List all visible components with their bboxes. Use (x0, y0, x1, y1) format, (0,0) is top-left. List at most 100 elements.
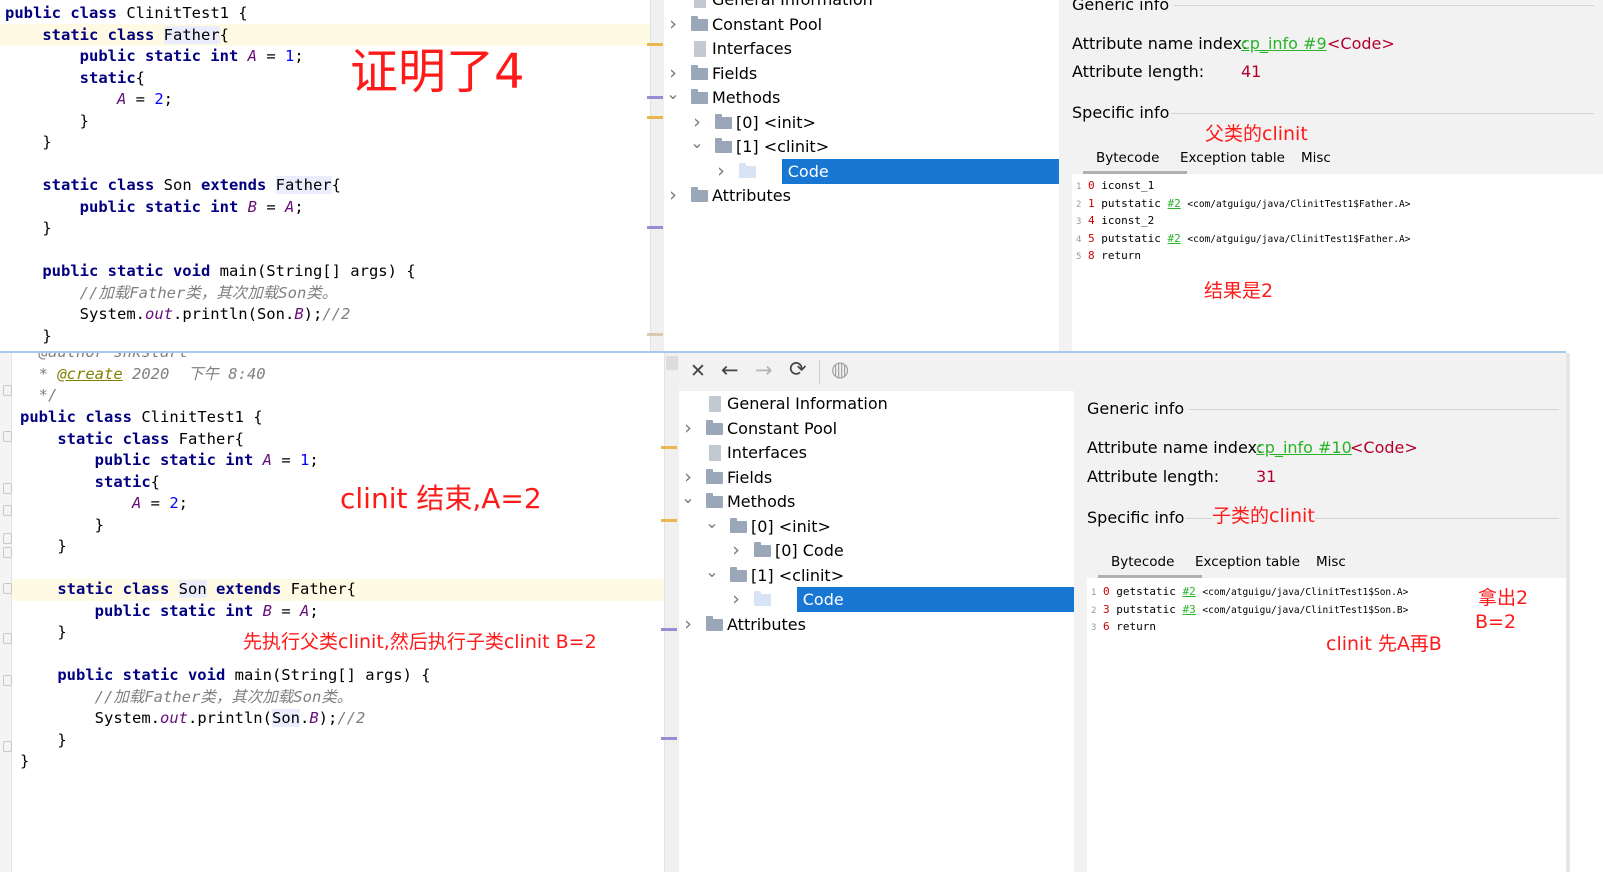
bytecode-row[interactable]: 3 4 iconst_2 (1076, 213, 1410, 231)
tree-node[interactable]: General Information (664, 0, 1059, 12)
tree-node[interactable]: › [0] <init> (664, 110, 1059, 135)
bytecode-area[interactable]: 1 0 getstatic #2 <com/atguigu/java/Clini… (1087, 578, 1566, 872)
code-line[interactable]: */ (20, 385, 266, 407)
tree-node[interactable]: Interfaces (679, 440, 1074, 465)
code-line[interactable]: public static int B = A; (5, 197, 416, 219)
code-line[interactable]: } (5, 132, 416, 154)
fold-marker[interactable] (3, 431, 12, 442)
bottom-code-editor[interactable]: @author shkstart * @create 2020 下午 8:40 … (0, 353, 664, 872)
code-line[interactable]: System.out.println(Son.B);//2 (5, 304, 416, 326)
code-line[interactable]: public static void main(String[] args) { (5, 261, 415, 283)
tab-exception-table[interactable]: Exception table (1195, 554, 1300, 570)
tree-node[interactable]: › [0] Code (732, 587, 1074, 612)
tree-node[interactable]: › Attributes (679, 612, 1074, 637)
warning-marker[interactable] (661, 446, 677, 449)
tab-misc[interactable]: Misc (1316, 554, 1346, 570)
code-line[interactable] (5, 240, 416, 262)
code-line[interactable]: } (5, 326, 416, 348)
chevron-down-icon[interactable]: ⌄ (705, 559, 719, 584)
top-code-editor[interactable]: public class ClinitTest1 { static class … (0, 0, 650, 352)
tab-bytecode[interactable]: Bytecode (1096, 150, 1159, 166)
code-line[interactable]: * @create 2020 下午 8:40 (20, 364, 266, 386)
warning-marker[interactable] (661, 737, 677, 740)
warning-marker[interactable] (647, 116, 663, 119)
warning-marker[interactable] (647, 226, 663, 229)
code-line[interactable] (5, 154, 416, 176)
web-icon[interactable]: ◍ (831, 357, 849, 381)
code-line[interactable]: public static int B = A; (20, 601, 431, 623)
cp-info-link[interactable]: cp_info #10 (1256, 438, 1352, 457)
cp-info-link[interactable]: cp_info #9 (1241, 34, 1327, 53)
bottom-code-text[interactable]: public class ClinitTest1 { static class … (20, 407, 431, 773)
code-line[interactable]: static class Son extends Father{ (20, 579, 431, 601)
tree-node[interactable]: ⌄ [0] <init> (679, 513, 1074, 539)
tree-node[interactable]: › Constant Pool (664, 12, 1059, 37)
warning-marker[interactable] (647, 96, 663, 99)
tree-node[interactable]: › Constant Pool (679, 416, 1074, 441)
code-line[interactable]: public class ClinitTest1 { (20, 407, 431, 429)
fold-marker[interactable] (3, 583, 12, 594)
tree-node[interactable]: › Attributes (664, 183, 1059, 208)
bytecode-row[interactable]: 4 5 putstatic #2 <com/atguigu/java/Clini… (1076, 231, 1410, 249)
chevron-right-icon[interactable]: › (729, 538, 743, 563)
warning-marker[interactable] (661, 519, 677, 522)
tab-exception-table[interactable]: Exception table (1180, 150, 1285, 166)
top-class-tree[interactable]: General Information › Constant Pool Interfa… (664, 0, 1059, 352)
tab-misc[interactable]: Misc (1301, 150, 1331, 166)
fold-marker[interactable] (3, 547, 12, 558)
warning-marker[interactable] (647, 333, 663, 336)
chevron-down-icon[interactable]: ⌄ (690, 130, 704, 155)
tree-node[interactable]: › Fields (679, 465, 1074, 490)
tree-node[interactable]: General Information (679, 391, 1074, 416)
code-line[interactable]: System.out.println(Son.B);//2 (20, 708, 431, 730)
bytecode-row[interactable]: 1 0 getstatic #2 <com/atguigu/java/Clini… (1091, 584, 1408, 602)
code-line[interactable]: static class Son extends Father{ (5, 175, 416, 197)
fold-marker[interactable] (3, 533, 12, 544)
bytecode-row[interactable]: 2 3 putstatic #3 <com/atguigu/java/Clini… (1091, 602, 1408, 620)
fold-marker[interactable] (3, 675, 12, 686)
code-line[interactable]: //加载Father类，其次加载Son类。 (20, 687, 431, 709)
chevron-right-icon[interactable]: › (729, 587, 743, 612)
tree-node[interactable]: ⌄ Methods (664, 84, 1059, 110)
back-arrow-icon[interactable]: ← (721, 358, 739, 382)
bytecode-row[interactable]: 2 1 putstatic #2 <com/atguigu/java/Clini… (1076, 196, 1410, 214)
constant-pool-ref[interactable]: #2 (1168, 197, 1181, 210)
code-line[interactable]: public static int A = 1; (20, 450, 431, 472)
tree-node[interactable]: › [0] Code (717, 158, 1059, 184)
tree-node[interactable]: ⌄ Methods (679, 488, 1074, 514)
close-icon[interactable]: ✕ (690, 360, 706, 382)
tree-node[interactable]: ⌄ [1] <clinit> (679, 562, 1074, 588)
code-line[interactable]: } (20, 751, 431, 773)
chevron-right-icon[interactable]: › (666, 183, 680, 208)
warning-marker[interactable] (661, 628, 677, 631)
code-line[interactable]: //加载Father类，其次加载Son类。 (5, 283, 416, 305)
constant-pool-ref[interactable]: #2 (1183, 585, 1196, 598)
bytecode-row[interactable]: 5 8 return (1076, 248, 1410, 266)
code-line[interactable]: } (20, 536, 431, 558)
tree-node[interactable]: Interfaces (664, 36, 1059, 61)
code-line[interactable]: @author shkstart (20, 353, 266, 364)
chevron-right-icon[interactable]: › (666, 12, 680, 37)
code-line[interactable] (20, 558, 431, 580)
forward-arrow-icon[interactable]: → (755, 358, 773, 382)
chevron-right-icon[interactable]: › (681, 612, 695, 637)
code-line[interactable]: public static void main(String[] args) { (20, 665, 430, 687)
bottom-class-tree[interactable]: General Information › Constant Pool Interfa… (679, 391, 1074, 872)
constant-pool-ref[interactable]: #2 (1168, 232, 1181, 245)
code-line[interactable]: } (5, 111, 416, 133)
fold-marker[interactable] (3, 633, 12, 644)
refresh-icon[interactable]: ⟳ (789, 357, 807, 381)
tree-node[interactable]: ⌄ [1] <clinit> (664, 133, 1059, 159)
bottom-editor-scrollbar[interactable] (661, 353, 680, 872)
top-editor-scrollbar[interactable] (647, 0, 665, 352)
tab-bytecode[interactable]: Bytecode (1111, 554, 1174, 570)
tree-node[interactable]: › Fields (664, 61, 1059, 86)
fold-marker[interactable] (3, 741, 12, 752)
chevron-down-icon[interactable]: ⌄ (666, 81, 680, 106)
code-line[interactable]: } (5, 218, 416, 240)
tree-node[interactable]: › [0] Code (679, 538, 1074, 563)
chevron-right-icon[interactable]: › (681, 416, 695, 441)
bytecode-listing[interactable]: 1 0 iconst_1 2 1 putstatic #2 <com/atguig… (1076, 178, 1410, 266)
fold-marker[interactable] (3, 505, 12, 516)
warning-marker[interactable] (647, 43, 663, 46)
